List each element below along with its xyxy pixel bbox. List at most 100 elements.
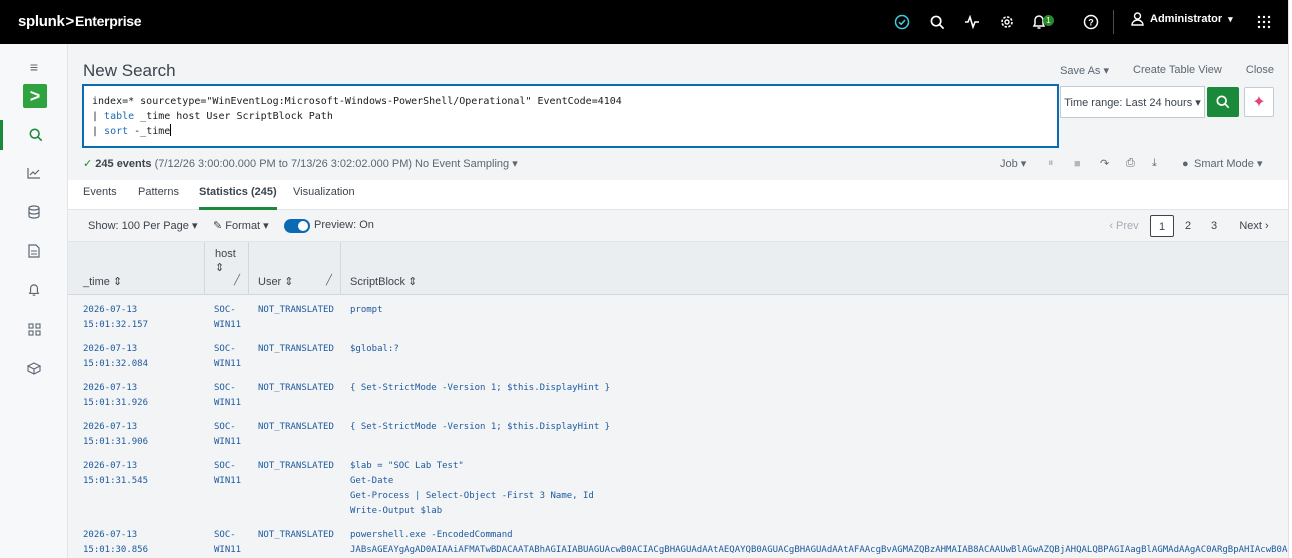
edit-column-icon[interactable]: ╱ [234, 275, 240, 286]
column-time[interactable]: _time ⇕ [68, 242, 205, 295]
job-menu[interactable]: Job ▾ [1000, 157, 1048, 170]
page-1[interactable]: 1 [1150, 215, 1174, 237]
user-cell[interactable]: NOT_TRANSLATED [258, 342, 334, 357]
user-cell[interactable]: NOT_TRANSLATED [258, 303, 334, 318]
column-scriptblock[interactable]: ScriptBlock ⇕ [341, 242, 1288, 295]
share-icon[interactable]: ↷ [1100, 157, 1126, 170]
preview-toggle[interactable] [284, 219, 310, 233]
query-line-3: | sort -_time [92, 124, 1049, 139]
database-icon[interactable] [0, 197, 68, 227]
table-row: 2026-07-13 15:01:32.157 SOC- WIN11 NOT_T… [68, 295, 1288, 334]
time-cell[interactable]: 2026-07-13 15:01:31.926 [83, 381, 148, 411]
user-cell[interactable]: NOT_TRANSLATED [258, 459, 334, 474]
host-cell[interactable]: SOC- WIN11 [214, 342, 241, 372]
host-cell[interactable]: SOC- WIN11 [214, 420, 241, 450]
search-icon[interactable] [0, 120, 68, 150]
user-icon [1131, 12, 1144, 26]
top-bar: splunk > Enterprise 1 ? Administrator ▾ [0, 0, 1292, 44]
export-icon[interactable]: ⤓ [1152, 157, 1182, 170]
time-cell[interactable]: 2026-07-13 15:01:30.856 [83, 528, 148, 558]
tab-statistics[interactable]: Statistics (245) [199, 180, 277, 210]
search-query-editor[interactable]: index=* sourcetype="WinEventLog:Microsof… [82, 84, 1059, 148]
prev-page-button[interactable]: ‹ Prev [1104, 215, 1144, 237]
splunk-logo[interactable]: splunk > Enterprise [18, 13, 142, 30]
scriptblock-cell[interactable]: prompt [350, 303, 383, 318]
settings-icon[interactable] [997, 12, 1017, 32]
pencil-icon: ✎ [213, 220, 223, 232]
event-count[interactable]: 245 events [95, 158, 151, 170]
host-cell[interactable]: SOC- WIN11 [214, 303, 241, 333]
save-as-button[interactable]: Save As ▾ [1060, 64, 1109, 77]
scriptblock-cell[interactable]: { Set-StrictMode -Version 1; $this.Displ… [350, 420, 610, 435]
scriptblock-cell[interactable]: powershell.exe -EncodedCommand JABsAGEAY… [350, 528, 1288, 558]
table-row: 2026-07-13 15:01:31.906 SOC- WIN11 NOT_T… [68, 412, 1288, 451]
host-cell[interactable]: SOC- WIN11 [214, 459, 241, 489]
event-sampling-dropdown[interactable]: No Event Sampling ▾ [415, 157, 518, 170]
format-dropdown[interactable]: ✎ Format ▾ [213, 219, 269, 232]
chart-icon[interactable] [0, 158, 68, 188]
ai-assistant-button[interactable]: ✦ [1244, 87, 1274, 117]
run-search-button[interactable] [1207, 87, 1239, 117]
cube-icon[interactable] [0, 353, 68, 383]
user-menu[interactable]: Administrator ▾ [1131, 12, 1233, 26]
results-toolbar: Show: 100 Per Page ▾ ✎ Format ▾ Preview:… [68, 210, 1288, 242]
close-link[interactable]: Close [1246, 64, 1274, 77]
command-keyword: table [104, 111, 135, 122]
menu-icon[interactable]: ≡ [0, 52, 68, 82]
activity-icon[interactable] [962, 12, 982, 32]
print-icon[interactable]: ⎙ [1126, 157, 1152, 170]
tab-patterns[interactable]: Patterns [138, 180, 179, 210]
window-edge [1288, 0, 1292, 558]
scriptblock-cell[interactable]: $lab = "SOC Lab Test" Get-Date Get-Proce… [350, 459, 594, 519]
health-check-icon[interactable] [892, 12, 912, 32]
search-app-icon[interactable]: > [23, 84, 47, 108]
check-icon: ✓ [83, 158, 93, 170]
host-cell[interactable]: SOC- WIN11 [214, 381, 241, 411]
search-icon[interactable] [927, 12, 947, 32]
search-mode-dropdown[interactable]: Smart Mode ▾ [1194, 157, 1263, 170]
table-row: 2026-07-13 15:01:30.856 SOC- WIN11 NOT_T… [68, 520, 1288, 558]
user-cell[interactable]: NOT_TRANSLATED [258, 420, 334, 435]
pipe: | [92, 111, 105, 122]
column-label: host [215, 248, 236, 260]
scriptblock-cell[interactable]: { Set-StrictMode -Version 1; $this.Displ… [350, 381, 610, 396]
time-range-picker[interactable]: Time range: Last 24 hours ▾ [1060, 86, 1205, 118]
product-name: Enterprise [75, 13, 142, 29]
tab-visualization[interactable]: Visualization [293, 180, 355, 210]
time-cell[interactable]: 2026-07-13 15:01:31.906 [83, 420, 148, 450]
help-icon[interactable]: ? [1081, 12, 1101, 32]
chevron-down-icon: ▾ [1228, 13, 1233, 24]
create-table-view-link[interactable]: Create Table View [1133, 64, 1222, 77]
preview-label: Preview: On [314, 219, 374, 231]
bell-icon[interactable] [0, 275, 68, 305]
document-icon[interactable] [0, 236, 68, 266]
page-3[interactable]: 3 [1202, 215, 1226, 237]
user-cell[interactable]: NOT_TRANSLATED [258, 381, 334, 396]
page-2[interactable]: 2 [1176, 215, 1200, 237]
main-panel: New Search Save As ▾ Create Table View C… [68, 44, 1288, 558]
next-page-button[interactable]: Next › [1232, 215, 1276, 237]
scriptblock-cell[interactable]: $global:? [350, 342, 399, 357]
column-user[interactable]: User ⇕ ╱ [249, 242, 341, 295]
bell-icon[interactable]: 1 [1032, 12, 1062, 32]
topbar-divider [1113, 10, 1114, 34]
column-host[interactable]: host ⇕ ╱ [205, 242, 249, 295]
time-cell[interactable]: 2026-07-13 15:01:31.545 [83, 459, 148, 489]
column-label: _time ⇕ [83, 276, 123, 288]
time-cell[interactable]: 2026-07-13 15:01:32.157 [83, 303, 148, 333]
dashboard-icon[interactable] [0, 314, 68, 344]
query-line-2: | table _time host User ScriptBlock Path [92, 109, 1049, 124]
time-cell[interactable]: 2026-07-13 15:01:32.084 [83, 342, 148, 372]
user-cell[interactable]: NOT_TRANSLATED [258, 528, 334, 543]
table-row: 2026-07-13 15:01:31.545 SOC- WIN11 NOT_T… [68, 451, 1288, 520]
host-cell[interactable]: SOC- WIN11 [214, 528, 241, 558]
header-actions: Save As ▾ Create Table View Close [1060, 64, 1274, 77]
tab-events[interactable]: Events [83, 180, 117, 210]
per-page-dropdown[interactable]: Show: 100 Per Page ▾ [88, 219, 197, 232]
pause-icon[interactable]: ⏸ [1048, 157, 1074, 170]
apps-grid-icon[interactable] [1254, 12, 1274, 32]
brand-arrow: > [65, 13, 75, 30]
edit-column-icon[interactable]: ╱ [326, 275, 332, 286]
stop-icon[interactable]: ■ [1074, 158, 1100, 170]
format-label: Format ▾ [225, 220, 269, 232]
